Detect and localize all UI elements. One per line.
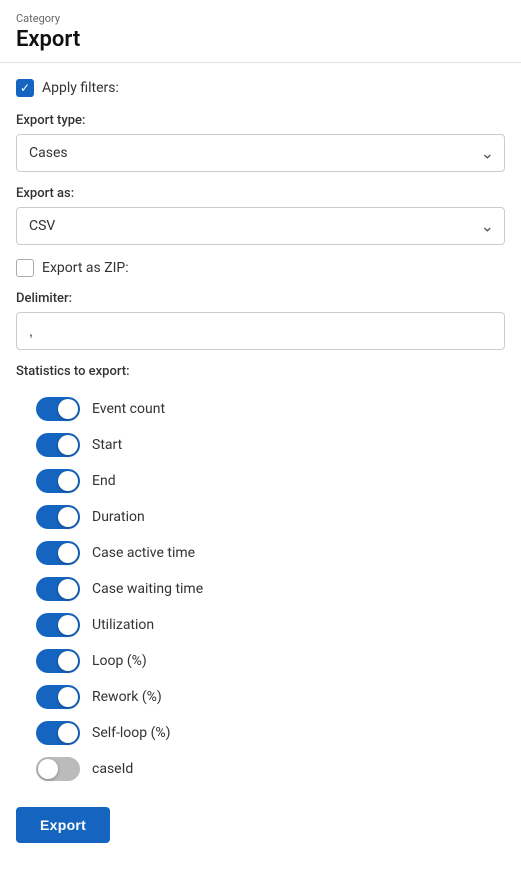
toggle-thumb-end <box>58 471 78 491</box>
toggle-utilization[interactable] <box>36 613 80 637</box>
toggle-thumb-utilization <box>58 615 78 635</box>
toggle-end[interactable] <box>36 469 80 493</box>
apply-filters-row: ✓ Apply filters: <box>16 79 505 97</box>
export-zip-label: Export as ZIP: <box>42 260 129 276</box>
toggle-row-loop: Loop (%) <box>16 643 505 679</box>
toggle-case-active-time[interactable] <box>36 541 80 565</box>
toggle-thumb-caseid <box>38 759 58 779</box>
apply-filters-checkbox[interactable]: ✓ <box>16 79 34 97</box>
toggle-caseid[interactable] <box>36 757 80 781</box>
toggle-label-utilization: Utilization <box>92 617 154 633</box>
statistics-section: Statistics to export: Event count Start En… <box>16 364 505 787</box>
page-title: Export <box>16 27 505 52</box>
toggle-thumb-start <box>58 435 78 455</box>
category-label: Category <box>16 12 505 25</box>
toggle-label-rework: Rework (%) <box>92 689 162 705</box>
export-type-label: Export type: <box>16 113 505 128</box>
toggle-track-self-loop <box>36 721 80 745</box>
toggle-thumb-self-loop <box>58 723 78 743</box>
toggle-duration[interactable] <box>36 505 80 529</box>
export-type-select[interactable]: Cases ⌄ <box>16 134 505 172</box>
toggle-start[interactable] <box>36 433 80 457</box>
toggle-row-self-loop: Self-loop (%) <box>16 715 505 751</box>
export-type-value: Cases <box>29 145 68 161</box>
statistics-label: Statistics to export: <box>16 364 505 379</box>
toggle-thumb-case-active-time <box>58 543 78 563</box>
toggle-label-case-waiting-time: Case waiting time <box>92 581 203 597</box>
toggle-row-case-active-time: Case active time <box>16 535 505 571</box>
toggle-track-end <box>36 469 80 493</box>
toggle-loop[interactable] <box>36 649 80 673</box>
toggle-label-duration: Duration <box>92 509 145 525</box>
toggle-row-event-count: Event count <box>16 391 505 427</box>
toggle-track-event-count <box>36 397 80 421</box>
toggle-thumb-event-count <box>58 399 78 419</box>
chevron-down-icon: ⌄ <box>481 144 494 163</box>
toggle-row-end: End <box>16 463 505 499</box>
toggle-thumb-rework <box>58 687 78 707</box>
toggle-label-start: Start <box>92 437 122 453</box>
chevron-down-icon-2: ⌄ <box>481 217 494 236</box>
export-as-label: Export as: <box>16 186 505 201</box>
toggle-track-case-waiting-time <box>36 577 80 601</box>
toggle-track-start <box>36 433 80 457</box>
export-button[interactable]: Export <box>16 807 110 843</box>
toggle-case-waiting-time[interactable] <box>36 577 80 601</box>
delimiter-input[interactable] <box>16 312 505 350</box>
toggle-thumb-loop <box>58 651 78 671</box>
toggle-row-duration: Duration <box>16 499 505 535</box>
toggle-row-utilization: Utilization <box>16 607 505 643</box>
toggle-track-caseid <box>36 757 80 781</box>
toggle-track-rework <box>36 685 80 709</box>
toggle-row-start: Start <box>16 427 505 463</box>
toggle-self-loop[interactable] <box>36 721 80 745</box>
toggle-track-case-active-time <box>36 541 80 565</box>
export-as-value: CSV <box>29 218 55 234</box>
toggle-track-loop <box>36 649 80 673</box>
toggle-rework[interactable] <box>36 685 80 709</box>
toggle-label-event-count: Event count <box>92 401 165 417</box>
delimiter-label: Delimiter: <box>16 291 505 306</box>
export-zip-row: Export as ZIP: <box>16 259 505 277</box>
toggle-row-case-waiting-time: Case waiting time <box>16 571 505 607</box>
statistics-toggle-list: Event count Start End Duration Case active t… <box>16 391 505 787</box>
toggle-label-caseid: caseId <box>92 761 133 777</box>
toggle-row-caseid: caseId <box>16 751 505 787</box>
export-zip-checkbox[interactable] <box>16 259 34 277</box>
export-as-group: Export as: CSV ⌄ <box>16 186 505 245</box>
toggle-event-count[interactable] <box>36 397 80 421</box>
toggle-label-case-active-time: Case active time <box>92 545 195 561</box>
content-area: ✓ Apply filters: Export type: Cases ⌄ Ex… <box>0 63 521 863</box>
checkmark-icon: ✓ <box>20 82 30 94</box>
delimiter-group: Delimiter: <box>16 291 505 350</box>
toggle-label-end: End <box>92 473 116 489</box>
toggle-label-self-loop: Self-loop (%) <box>92 725 171 741</box>
toggle-track-utilization <box>36 613 80 637</box>
toggle-row-rework: Rework (%) <box>16 679 505 715</box>
export-as-select[interactable]: CSV ⌄ <box>16 207 505 245</box>
apply-filters-label: Apply filters: <box>42 80 119 96</box>
toggle-thumb-case-waiting-time <box>58 579 78 599</box>
page-header: Category Export <box>0 0 521 63</box>
toggle-track-duration <box>36 505 80 529</box>
toggle-thumb-duration <box>58 507 78 527</box>
export-type-group: Export type: Cases ⌄ <box>16 113 505 172</box>
toggle-label-loop: Loop (%) <box>92 653 147 669</box>
